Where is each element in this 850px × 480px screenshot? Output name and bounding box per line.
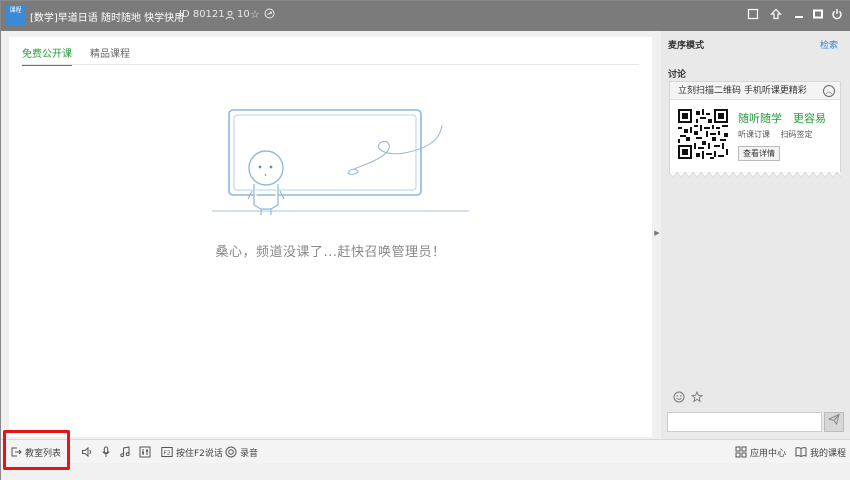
channel-id: ID 80121 — [179, 9, 225, 20]
music-note-icon — [120, 446, 130, 458]
my-courses-button[interactable]: 我的课程 — [795, 444, 846, 460]
promo-subtitle: 听课订课 扫码签定 — [738, 130, 813, 139]
send-icon[interactable] — [824, 412, 844, 432]
app-window: 课程 [数学]早道日语 随时随地 快学快用 ID 80121 10 ☆ 免费公开… — [0, 0, 850, 480]
promo-header: 立刻扫描二维码 手机听课更精彩 ︿ — [670, 82, 840, 100]
mode-search-link[interactable]: 检索 — [820, 38, 838, 51]
promo-header-text: 立刻扫描二维码 手机听课更精彩 — [678, 86, 807, 96]
empty-state-message: 桑心，频道没课了...赶快召唤管理员！ — [215, 245, 446, 260]
discussion-label: 讨论 — [668, 70, 687, 80]
power-close-icon[interactable] — [831, 8, 845, 22]
chat-message-input[interactable] — [667, 412, 822, 432]
music-button[interactable] — [119, 444, 131, 460]
app-grid-icon — [735, 446, 747, 458]
svg-text:F2: F2 — [164, 451, 171, 457]
record-label: 录音 — [240, 448, 259, 459]
maximize-icon[interactable] — [812, 8, 826, 22]
microphone-icon — [102, 446, 110, 457]
tab-free-courses[interactable]: 免费公开课 — [22, 45, 72, 66]
view-details-button[interactable]: 查看详情 — [738, 146, 780, 161]
microphone-button[interactable] — [100, 444, 112, 460]
pin-top-icon[interactable] — [770, 8, 784, 22]
chevron-up-icon[interactable]: ︿ — [823, 85, 835, 97]
skin-icon[interactable] — [747, 8, 761, 22]
course-tabs: 免费公开课 精品课程 — [22, 45, 130, 66]
mixer-icon — [139, 446, 151, 458]
app-logo: 课程 — [5, 5, 26, 26]
user-count-value: 10 — [237, 9, 250, 20]
qr-promo-card: 立刻扫描二维码 手机听课更精彩 ︿ 随听随学 更容易 听课订课 扫码签定 查看详… — [669, 81, 841, 174]
mixer-button[interactable] — [139, 444, 151, 460]
user-count: 10 — [225, 9, 250, 20]
share-icon[interactable] — [264, 8, 275, 22]
title-bar: 课程 [数学]早道日语 随时随地 快学快用 ID 80121 10 ☆ — [1, 1, 850, 31]
favorite-star-icon[interactable]: ☆ — [250, 8, 260, 21]
promo-slogan: 随听随学 更容易 — [738, 112, 826, 125]
star-gift-icon[interactable] — [690, 390, 704, 406]
window-title: [数学]早道日语 随时随地 快学快用 — [30, 13, 185, 24]
book-icon — [795, 447, 807, 458]
empty-state-illustration — [212, 109, 469, 215]
record-button[interactable]: 录音 — [225, 444, 258, 460]
promo-torn-edge — [669, 172, 841, 177]
tab-premium-courses[interactable]: 精品课程 — [90, 45, 130, 66]
sidebar-collapse-handle[interactable]: ▶ — [653, 227, 661, 239]
app-center-button[interactable]: 应用中心 — [735, 444, 786, 460]
bottom-toolbar: 教室列表 F2 按住F2说话 录音 应用中心 我的课程 — [1, 439, 850, 463]
keyboard-f2-icon: F2 — [161, 447, 173, 457]
speaker-button[interactable] — [81, 444, 93, 460]
qr-code-image — [678, 109, 728, 159]
course-panel: 免费公开课 精品课程 桑心，频道没课了...赶快召唤管理员！ — [9, 37, 652, 437]
chat-tools — [673, 390, 704, 406]
speaker-icon — [82, 446, 92, 458]
push-to-talk-button[interactable]: F2 按住F2说话 — [161, 444, 223, 460]
record-icon — [225, 446, 237, 458]
push-to-talk-label: 按住F2说话 — [176, 448, 223, 459]
mic-order-mode-label: 麦序模式 — [668, 41, 705, 51]
status-bar — [1, 463, 850, 480]
highlight-annotation — [3, 430, 70, 470]
emoji-icon[interactable] — [673, 391, 685, 406]
minimize-icon[interactable] — [793, 8, 807, 22]
tab-divider — [22, 64, 639, 65]
user-icon — [225, 10, 235, 20]
app-center-label: 应用中心 — [750, 448, 787, 459]
my-courses-label: 我的课程 — [810, 448, 847, 459]
right-sidebar: 麦序模式 检索 讨论 立刻扫描二维码 手机听课更精彩 ︿ 随听随学 更容易 听课… — [661, 31, 850, 439]
